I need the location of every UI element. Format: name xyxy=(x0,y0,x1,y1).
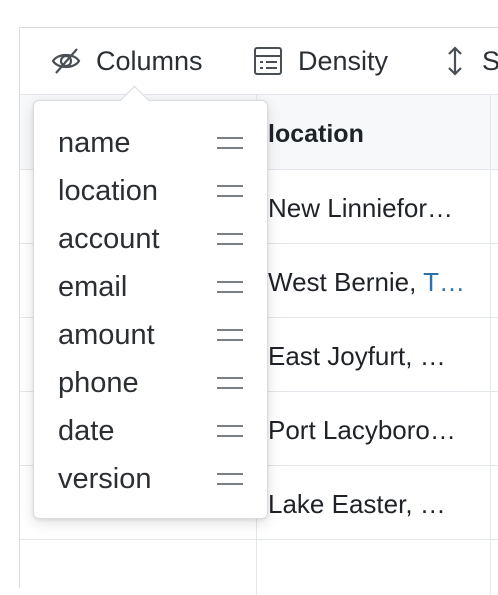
column-item-label: phone xyxy=(58,366,139,399)
location-cell: New Linniefor… xyxy=(268,193,453,223)
column-item-label: email xyxy=(58,270,128,303)
location-link[interactable]: T… xyxy=(423,267,465,297)
location-text: West Bernie, xyxy=(268,267,424,297)
column-item-account[interactable]: account xyxy=(58,215,243,263)
drag-handle-icon[interactable] xyxy=(217,137,243,149)
drag-handle-icon[interactable] xyxy=(217,281,243,293)
columns-button[interactable]: Columns xyxy=(50,42,203,80)
density-list-icon xyxy=(252,45,284,77)
column-item-label: name xyxy=(58,126,131,159)
eye-slash-icon xyxy=(50,45,82,77)
drag-handle-icon[interactable] xyxy=(217,425,243,437)
drag-handle-icon[interactable] xyxy=(217,473,243,485)
column-item-date[interactable]: date xyxy=(58,407,243,455)
columns-label: Columns xyxy=(96,45,203,76)
column-item-amount[interactable]: amount xyxy=(58,311,243,359)
column-item-location[interactable]: location xyxy=(58,167,243,215)
drag-handle-icon[interactable] xyxy=(217,377,243,389)
location-cell: Port Lacyboro… xyxy=(268,415,456,445)
column-item-label: date xyxy=(58,414,115,447)
column-item-version[interactable]: version xyxy=(58,455,243,503)
density-button[interactable]: Density xyxy=(252,42,388,80)
location-cell: East Joyfurt, … xyxy=(268,341,446,371)
column-item-label: amount xyxy=(58,318,155,351)
grid-toolbar: Columns Density S xyxy=(20,28,498,95)
drag-handle-icon[interactable] xyxy=(217,329,243,341)
column-header-location[interactable]: location xyxy=(268,120,364,149)
columns-popover: name location account email amount phone… xyxy=(33,85,268,519)
column-item-email[interactable]: email xyxy=(58,263,243,311)
density-label: Density xyxy=(298,45,389,76)
column-item-label: version xyxy=(58,462,152,495)
drag-handle-icon[interactable] xyxy=(217,185,243,197)
column-item-label: account xyxy=(58,222,160,255)
location-cell: West Bernie, T… xyxy=(268,267,465,298)
column-item-label: location xyxy=(58,174,158,207)
sort-button[interactable]: S xyxy=(442,42,498,80)
sort-label: S xyxy=(482,45,498,76)
location-cell: Lake Easter, … xyxy=(268,489,446,519)
column-item-name[interactable]: name xyxy=(58,119,243,167)
drag-handle-icon[interactable] xyxy=(217,233,243,245)
column-item-phone[interactable]: phone xyxy=(58,359,243,407)
sort-arrows-icon xyxy=(442,45,468,77)
